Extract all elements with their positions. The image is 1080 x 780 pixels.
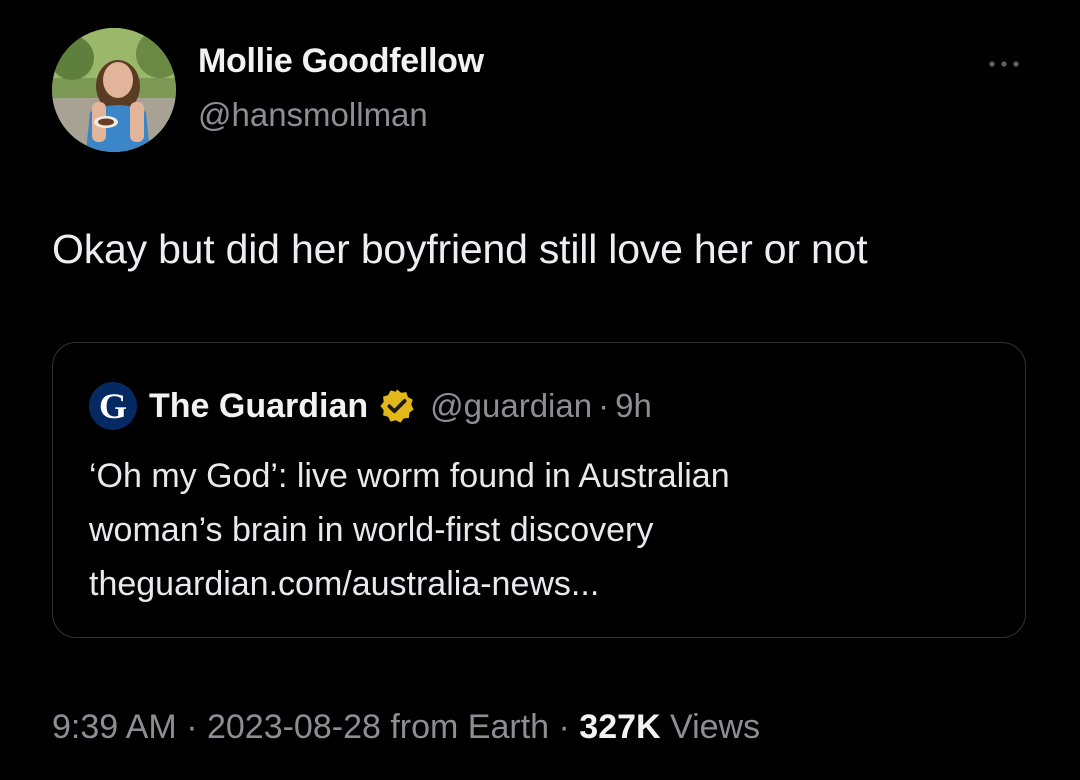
avatar[interactable] [52, 28, 176, 152]
tweet: Mollie Goodfellow @hansmollman Okay but … [0, 0, 1080, 780]
quoted-tweet-time[interactable]: 9h [615, 387, 652, 425]
author-handle[interactable]: @hansmollman [198, 96, 428, 134]
tweet-date[interactable]: 2023-08-28 [207, 708, 381, 746]
quoted-tweet-card[interactable]: G The Guardian @guardian · 9h ‘Oh my God… [52, 342, 1026, 638]
separator-dot: · [598, 387, 610, 424]
more-horizontal-icon[interactable] [984, 54, 1024, 74]
tweet-text: Okay but did her boyfriend still love he… [52, 226, 868, 272]
quoted-author-handle[interactable]: @guardian [430, 387, 592, 425]
views-count[interactable]: 327K [579, 708, 660, 746]
views-label: Views [660, 708, 761, 746]
meta-separator: · [176, 708, 207, 746]
quoted-link[interactable]: theguardian.com/australia-news... [89, 557, 989, 611]
tweet-source: from Earth [380, 708, 550, 746]
quoted-headline-line-1: ‘Oh my God’: live worm found in Australi… [89, 457, 730, 495]
guardian-logo-letter: G [98, 386, 127, 426]
meta-separator: · [549, 708, 580, 746]
tweet-time[interactable]: 9:39 AM [52, 708, 177, 746]
quoted-tweet-header: G The Guardian @guardian · 9h [89, 381, 652, 431]
verified-badge-icon [380, 389, 414, 423]
quoted-author-name[interactable]: The Guardian [149, 387, 368, 426]
quoted-headline-line-2: woman’s brain in world-first discovery [89, 511, 654, 549]
guardian-logo-icon: G [89, 382, 137, 430]
author-name[interactable]: Mollie Goodfellow [198, 42, 484, 81]
quoted-tweet-body: ‘Oh my God’: live worm found in Australi… [89, 449, 989, 611]
tweet-meta: 9:39 AM · 2023-08-28 from Earth · 327K V… [52, 708, 760, 747]
avatar-photo [52, 28, 176, 152]
